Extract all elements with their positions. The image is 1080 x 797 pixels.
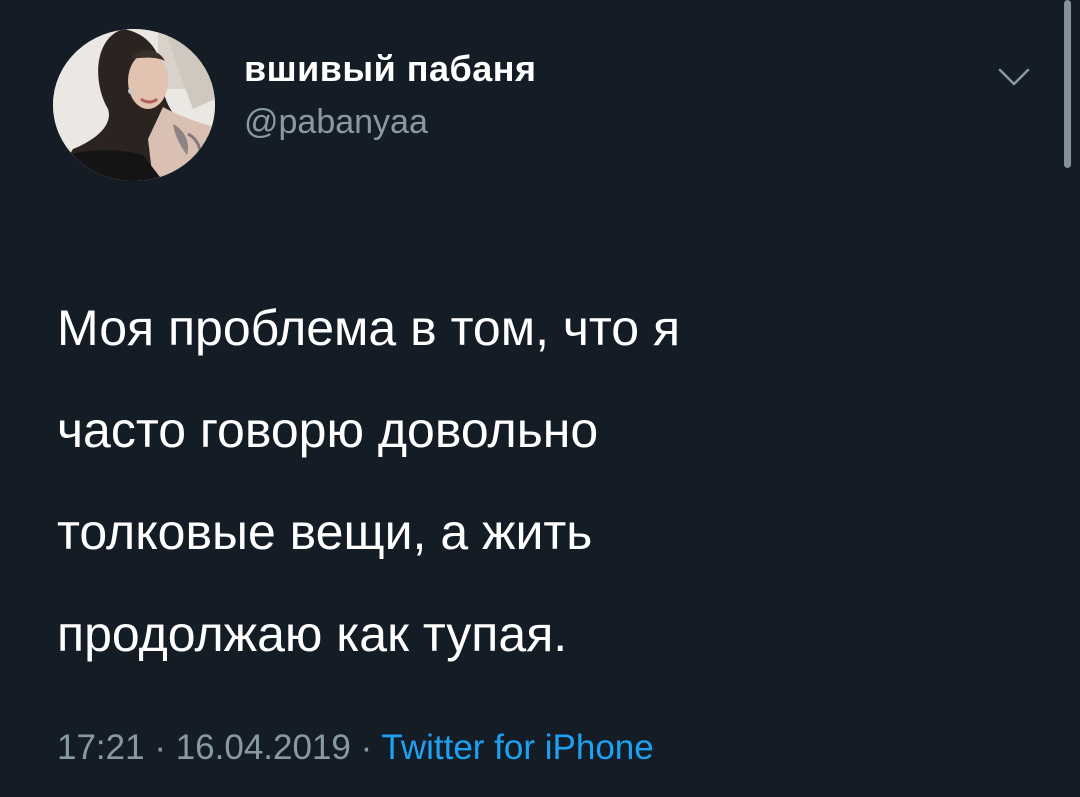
tweet-line: часто говорю довольно <box>57 402 599 458</box>
tweet-metadata: 17:21 · 16.04.2019 · Twitter for iPhone <box>57 728 654 768</box>
meta-separator: · <box>360 728 373 767</box>
tweet-line: продолжаю как тупая. <box>57 606 568 662</box>
chevron-down-icon[interactable] <box>996 64 1032 90</box>
tweet-text: Моя проблема в том, что я часто говорю д… <box>57 277 957 685</box>
user-handle[interactable]: @pabanyaa <box>244 103 428 142</box>
tweet-card: вшивый пабаня @pabanyaa Моя проблема в т… <box>0 0 1080 797</box>
avatar-photo <box>53 29 215 181</box>
scrollbar[interactable] <box>1064 0 1071 168</box>
tweet-time: 17:21 <box>57 728 145 767</box>
avatar[interactable] <box>53 29 215 181</box>
tweet-date: 16.04.2019 <box>175 728 351 767</box>
tweet-line: толковые вещи, а жить <box>57 504 593 560</box>
display-name[interactable]: вшивый пабаня <box>244 48 537 90</box>
tweet-line: Моя проблема в том, что я <box>57 300 681 356</box>
meta-separator: · <box>154 728 166 767</box>
tweet-source-link[interactable]: Twitter for iPhone <box>381 728 653 767</box>
